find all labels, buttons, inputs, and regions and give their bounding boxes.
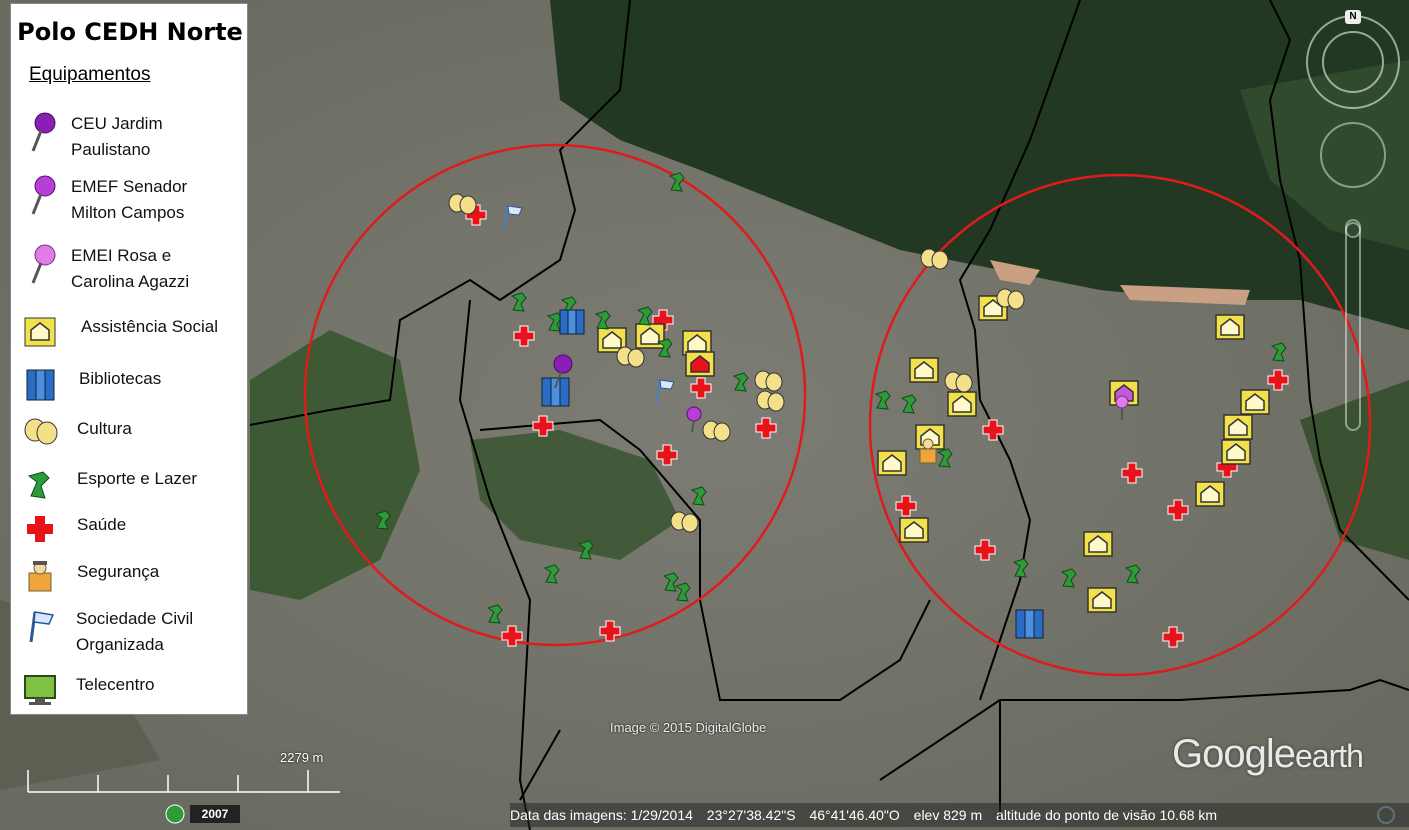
theater-masks-icon — [920, 248, 949, 270]
imagery-date: Data das imagens: 1/29/2014 — [510, 807, 693, 823]
theater-masks-icon — [448, 193, 477, 215]
legend-label: Telecentro — [76, 675, 155, 694]
flag-icon — [29, 611, 55, 643]
house-icon — [635, 323, 665, 349]
house-icon — [1083, 531, 1113, 557]
legend-label: Segurança — [77, 562, 160, 581]
imagery-year-badge[interactable]: 2007 — [190, 805, 240, 823]
books-icon — [559, 309, 585, 335]
house-icon — [877, 450, 907, 476]
security-guard-icon — [28, 561, 52, 592]
legend-label: Cultura — [77, 419, 132, 438]
legend-label: Bibliotecas — [79, 369, 162, 388]
house-icon — [685, 351, 715, 377]
house-icon — [899, 517, 929, 543]
legend-label: EMEI Rosa e Carolina Agazzi — [71, 246, 190, 291]
legend-item-emef: EMEF Senador Milton Campos — [21, 174, 247, 222]
house-icon — [1240, 389, 1270, 415]
house-icon — [1221, 439, 1251, 465]
imagery-credit: Image © 2015 DigitalGlobe — [610, 720, 767, 735]
legend-item-sociedade-civil: Sociedade Civil Organizada — [21, 606, 247, 654]
magenta-pushpin-icon — [31, 175, 56, 215]
house-icon — [1195, 481, 1225, 507]
legend-item-seguranca: Segurança — [21, 559, 247, 607]
house-icon — [1087, 587, 1117, 613]
red-cross-icon — [27, 516, 53, 542]
legend-label: Esporte e Lazer — [77, 469, 198, 488]
legend-title: Polo CEDH Norte — [17, 18, 243, 46]
north-indicator[interactable]: N — [1345, 10, 1361, 24]
legend-label: Sociedade Civil Organizada — [76, 609, 194, 654]
theater-masks-icon — [756, 390, 785, 412]
brand-earth: earth — [1294, 738, 1364, 774]
theater-masks-icon — [944, 371, 973, 393]
legend-label: Assistência Social — [81, 317, 219, 336]
theater-masks-icon — [670, 511, 699, 533]
status-bar: Data das imagens: 1/29/2014 23°27'38.42"… — [510, 803, 1409, 827]
legend-label: EMEF Senador Milton Campos — [71, 177, 188, 222]
legend-item-emei: EMEI Rosa e Carolina Agazzi — [21, 243, 247, 291]
pink-pushpin-icon — [31, 244, 56, 284]
house-icon — [947, 391, 977, 417]
google-earth-logo: Googleearth — [1172, 732, 1364, 777]
brand-google: Google — [1172, 732, 1296, 776]
legend-item-esporte: Esporte e Lazer — [21, 466, 247, 514]
legend-item-ceu: CEU Jardim Paulistano — [21, 111, 247, 159]
house-icon — [24, 317, 56, 347]
legend-subtitle: Equipamentos — [29, 64, 151, 85]
books-icon — [1015, 609, 1044, 639]
elevation-readout: elev 829 m — [913, 807, 983, 823]
longitude-readout: 46°41'46.40"O — [809, 807, 900, 823]
map-legend: Polo CEDH Norte Equipamentos CEU Jardim … — [10, 3, 248, 715]
scale-label: 2279 m — [280, 750, 324, 765]
books-icon — [26, 369, 55, 401]
computer-monitor-icon — [24, 675, 56, 705]
legend-item-assistencia: Assistência Social — [21, 314, 247, 362]
theater-masks-icon — [996, 288, 1025, 310]
eye-altitude-readout: altitude do ponto de visão 10.68 km — [996, 807, 1218, 823]
legend-item-telecentro: Telecentro — [21, 672, 247, 720]
house-icon — [1223, 414, 1253, 440]
theater-masks-icon — [616, 346, 645, 368]
historical-imagery-clock-icon — [165, 804, 185, 824]
theater-masks-icon — [754, 370, 783, 392]
house-icon — [1215, 314, 1245, 340]
theater-masks-icon — [24, 418, 58, 445]
legend-label: CEU Jardim Paulistano — [71, 114, 163, 159]
house-icon — [909, 357, 939, 383]
sport-runner-icon — [27, 471, 50, 499]
latitude-readout: 23°27'38.42"S — [706, 807, 796, 823]
legend-label: Saúde — [77, 515, 127, 534]
books-icon — [541, 377, 570, 407]
theater-masks-icon — [702, 420, 731, 442]
legend-item-cultura: Cultura — [21, 416, 247, 464]
legend-item-saude: Saúde — [21, 512, 247, 560]
purple-pushpin-icon — [31, 112, 56, 152]
legend-item-bibliotecas: Bibliotecas — [21, 366, 247, 414]
